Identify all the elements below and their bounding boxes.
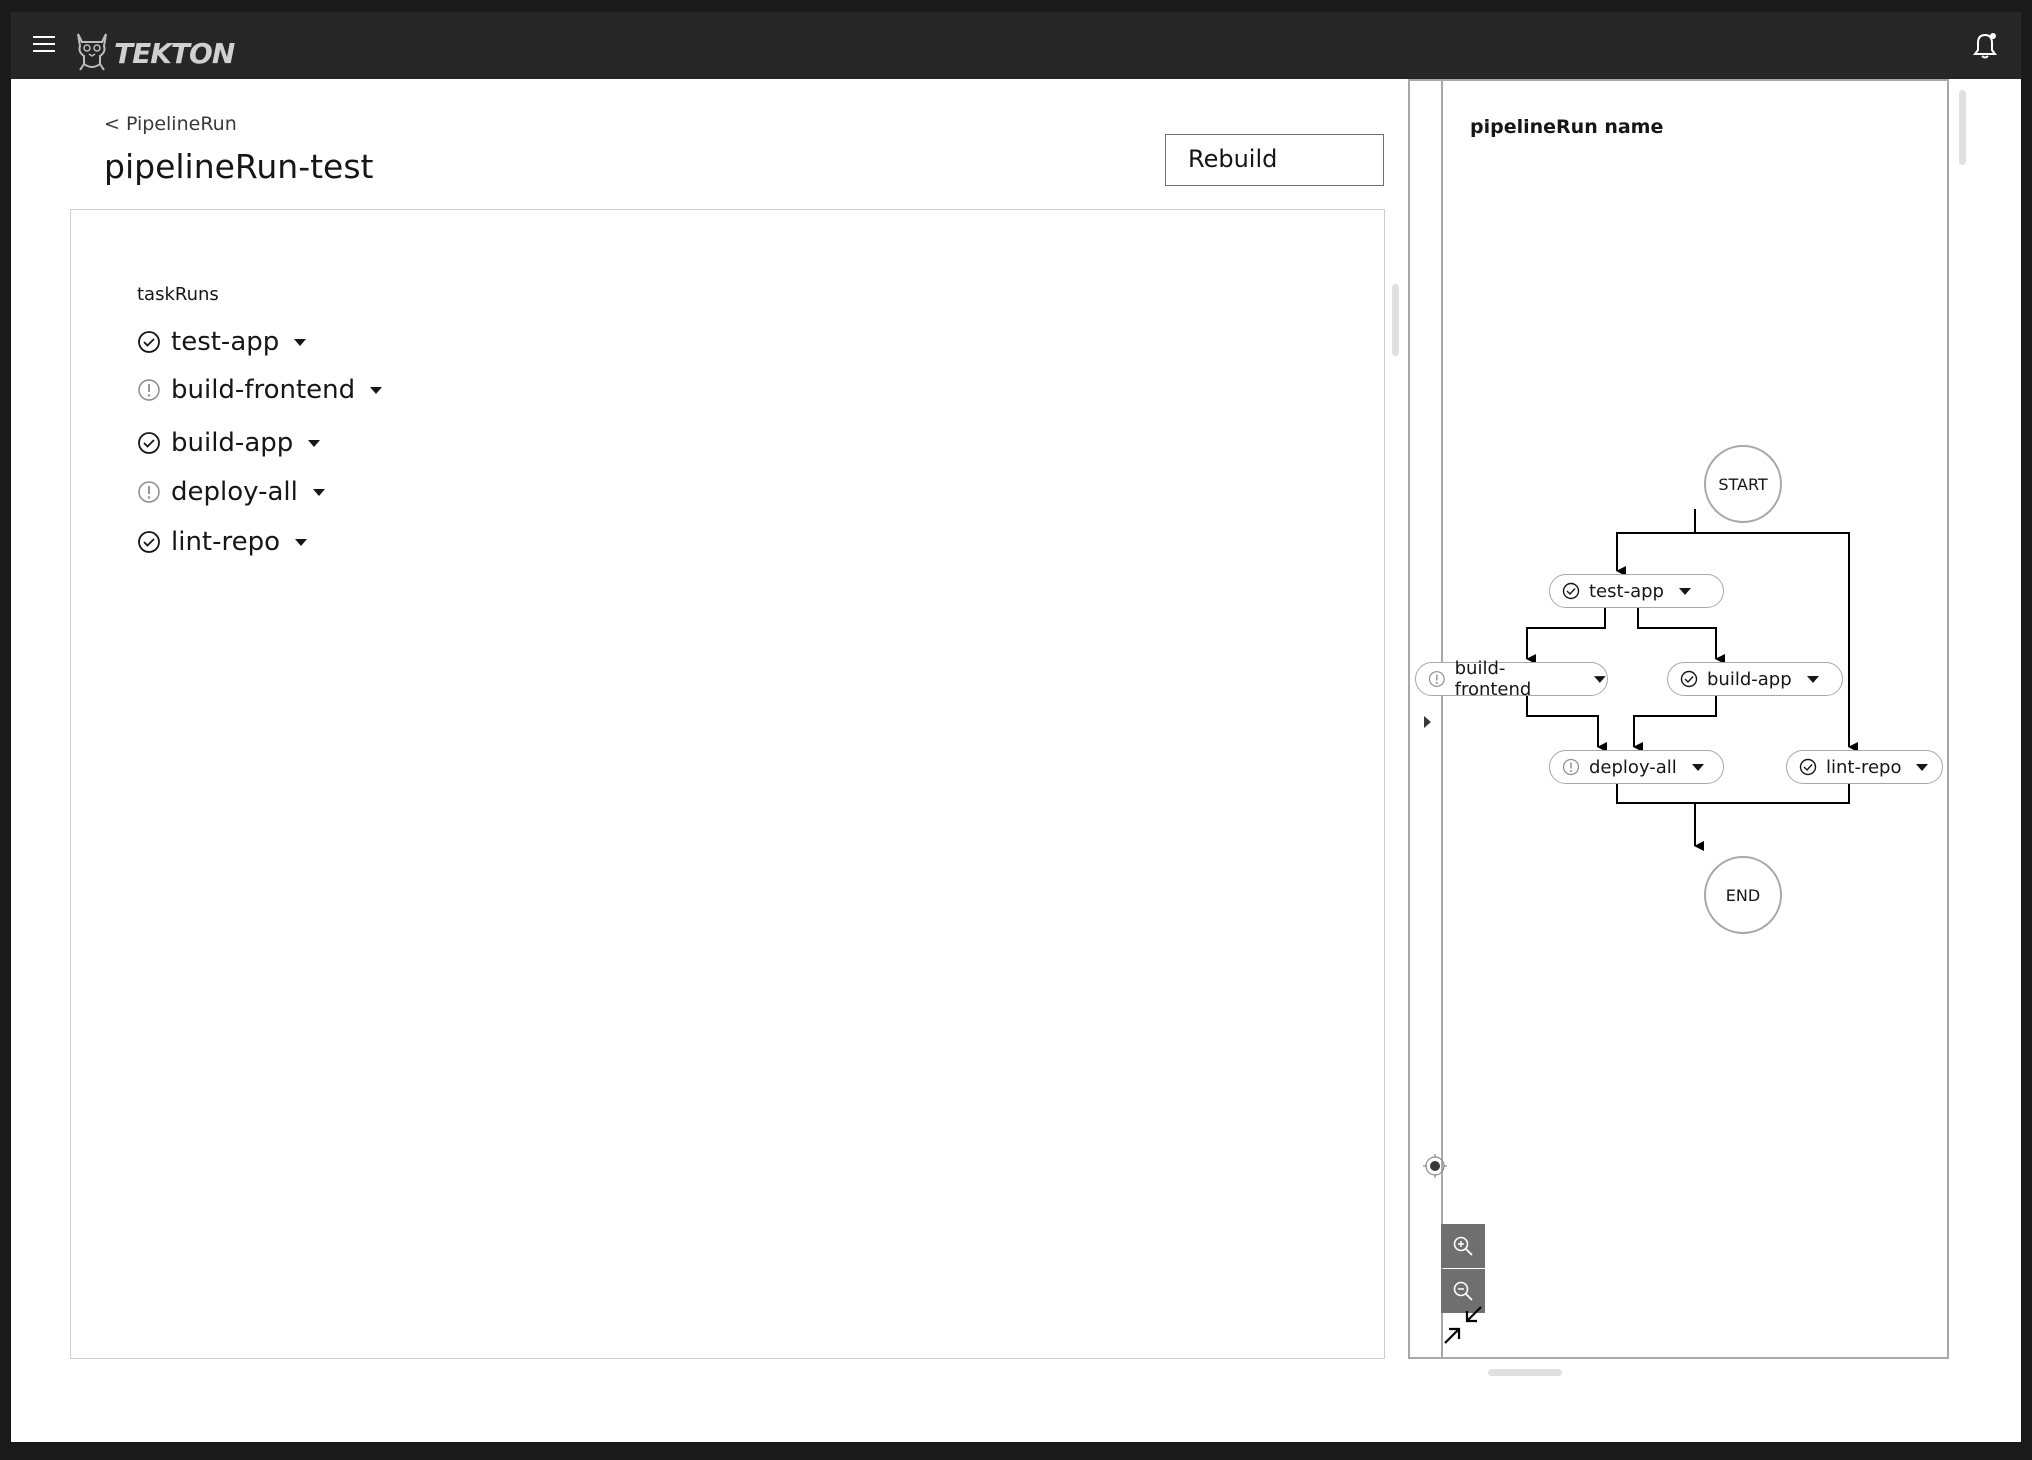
- graph-node-label: build-frontend: [1454, 658, 1532, 700]
- taskrun-item-build-app[interactable]: build-app: [137, 426, 321, 460]
- pipeline-graph-edges: [1526, 509, 1858, 851]
- success-check-icon: [1562, 582, 1580, 600]
- app-window: TEKTON < PipelineRun pipelineRun-test Re…: [11, 12, 2021, 1442]
- chevron-down-icon[interactable]: [1678, 587, 1692, 596]
- main-scrollbar[interactable]: [1392, 284, 1399, 356]
- warning-icon: [1428, 671, 1445, 687]
- chevron-down-icon[interactable]: [1915, 763, 1929, 772]
- bell-icon[interactable]: [1969, 30, 2001, 62]
- chevron-down-icon[interactable]: [1593, 675, 1607, 684]
- graph-node-label: lint-repo: [1826, 756, 1902, 778]
- pipeline-graph-panel: pipelineRun name START test-app build-fr…: [1408, 79, 1949, 1359]
- chevron-down-icon[interactable]: [1691, 763, 1705, 772]
- taskrun-name: lint-repo: [171, 527, 281, 557]
- chevron-down-icon[interactable]: [294, 537, 308, 547]
- hamburger-icon[interactable]: [33, 33, 55, 55]
- warning-icon: [1562, 758, 1580, 776]
- page-title: pipelineRun-test: [104, 147, 374, 186]
- horizontal-scrollbar[interactable]: [1488, 1369, 1562, 1376]
- taskrun-name: deploy-all: [171, 477, 298, 507]
- graph-node-label: build-app: [1707, 668, 1792, 690]
- warning-icon: [138, 481, 160, 503]
- taskrun-item-deploy-all[interactable]: deploy-all: [137, 475, 326, 509]
- tekton-logo[interactable]: TEKTON: [72, 22, 235, 72]
- tekton-cat-logo-icon: [77, 33, 107, 71]
- chevron-down-icon[interactable]: [293, 337, 307, 347]
- zoom-out-icon: [1453, 1281, 1473, 1301]
- chevron-down-icon[interactable]: [1806, 675, 1820, 684]
- graph-node-label: deploy-all: [1589, 756, 1677, 778]
- chevron-down-icon[interactable]: [369, 385, 383, 395]
- graph-end-node: END: [1704, 856, 1782, 934]
- taskrun-name: test-app: [171, 327, 280, 357]
- end-label: END: [1725, 885, 1761, 905]
- success-check-icon: [138, 531, 160, 553]
- top-navigation-bar: TEKTON: [11, 12, 2021, 79]
- chevron-down-icon[interactable]: [312, 487, 326, 497]
- graph-node-label: test-app: [1589, 580, 1664, 602]
- graph-node-build-app[interactable]: build-app: [1667, 662, 1843, 696]
- zoom-in-icon: [1453, 1236, 1473, 1256]
- success-check-icon: [138, 432, 160, 454]
- graph-panel-scrollbar[interactable]: [1959, 90, 1966, 165]
- brand-name: TEKTON: [114, 37, 235, 70]
- taskrun-item-build-frontend[interactable]: build-frontend: [137, 373, 383, 407]
- collapse-arrows-icon[interactable]: [1441, 1303, 1485, 1347]
- recenter-icon[interactable]: [1422, 1153, 1448, 1179]
- success-check-icon: [1680, 670, 1698, 688]
- taskrun-item-lint-repo[interactable]: lint-repo: [137, 525, 308, 559]
- success-check-icon: [1799, 758, 1817, 776]
- taskruns-label: taskRuns: [137, 284, 219, 305]
- graph-node-deploy-all[interactable]: deploy-all: [1549, 750, 1724, 784]
- graph-node-lint-repo[interactable]: lint-repo: [1786, 750, 1943, 784]
- graph-node-test-app[interactable]: test-app: [1549, 574, 1724, 608]
- graph-node-build-frontend[interactable]: build-frontend: [1415, 658, 1608, 700]
- success-check-icon: [138, 331, 160, 353]
- zoom-in-button[interactable]: [1441, 1224, 1485, 1268]
- taskrun-name: build-frontend: [171, 375, 356, 405]
- graph-start-node: START: [1704, 445, 1782, 523]
- breadcrumb-back-link[interactable]: < PipelineRun: [104, 113, 237, 135]
- taskrun-item-test-app[interactable]: test-app: [137, 325, 307, 359]
- rebuild-button[interactable]: Rebuild: [1165, 134, 1384, 186]
- chevron-down-icon[interactable]: [307, 438, 321, 448]
- taskrun-name: build-app: [171, 428, 294, 458]
- warning-icon: [138, 379, 160, 401]
- start-label: START: [1718, 474, 1768, 494]
